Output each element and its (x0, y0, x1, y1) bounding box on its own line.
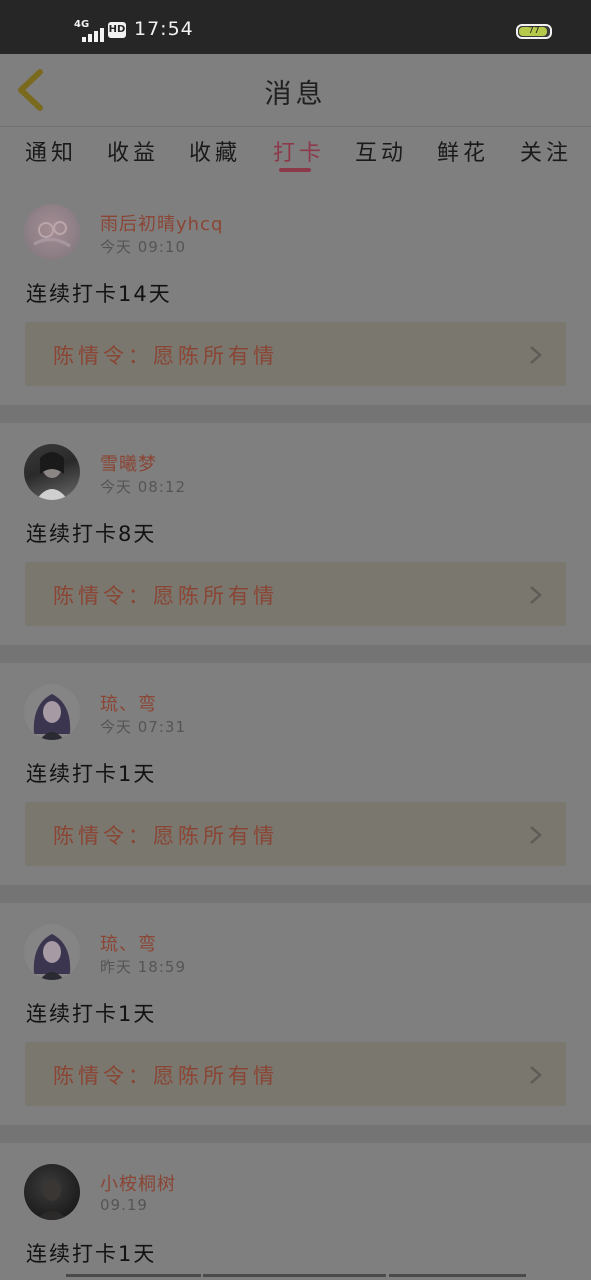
topic-title: 陈情令：愿陈所有情 (53, 584, 278, 608)
divider (0, 405, 591, 423)
chevron-right-icon (530, 346, 542, 364)
status-time: 17:54 (134, 18, 194, 40)
checkin-message: 连续打卡1天 (26, 1242, 157, 1266)
hd-icon: HD (108, 22, 126, 38)
list-item[interactable]: 小桉桐树 09.19 连续打卡1天 (0, 1143, 591, 1280)
chevron-right-icon (530, 826, 542, 844)
avatar[interactable] (24, 444, 80, 500)
topic-title: 陈情令：愿陈所有情 (53, 344, 278, 368)
tab-favorites[interactable]: 收藏 (189, 135, 241, 167)
network-type: 4G (74, 19, 90, 30)
user-name[interactable]: 雪曦梦 (100, 450, 157, 476)
tab-flowers[interactable]: 鲜花 (437, 135, 489, 167)
user-name[interactable]: 雨后初晴yhcq (100, 210, 223, 236)
checkin-message: 连续打卡1天 (26, 1002, 157, 1026)
topic-title: 陈情令：愿陈所有情 (53, 824, 278, 848)
status-bar: 4G HD 17:54 77 (0, 0, 591, 54)
timestamp: 今天 08:12 (100, 478, 186, 496)
topic-link[interactable]: 陈情令：愿陈所有情 (25, 562, 566, 626)
divider (0, 1125, 591, 1143)
timestamp: 昨天 18:59 (100, 958, 186, 976)
active-tab-indicator (279, 168, 311, 172)
avatar[interactable] (24, 1164, 80, 1220)
topic-title: 陈情令：愿陈所有情 (53, 1064, 278, 1088)
tab-notifications[interactable]: 通知 (25, 135, 77, 167)
tab-checkin[interactable]: 打卡 (273, 135, 325, 167)
header: 消息 (0, 54, 591, 127)
avatar[interactable] (24, 924, 80, 980)
user-name[interactable]: 小桉桐树 (100, 1170, 176, 1196)
checkin-message: 连续打卡1天 (26, 762, 157, 786)
scroll-indicator (66, 1274, 526, 1278)
divider (0, 885, 591, 903)
signal-icon: 4G (74, 19, 104, 42)
list-item[interactable]: 雪曦梦 今天 08:12 连续打卡8天 陈情令：愿陈所有情 (0, 423, 591, 645)
chevron-right-icon (530, 586, 542, 604)
tab-interactions[interactable]: 互动 (355, 135, 407, 167)
topic-link[interactable]: 陈情令：愿陈所有情 (25, 802, 566, 866)
checkin-message: 连续打卡14天 (26, 282, 172, 306)
checkin-message: 连续打卡8天 (26, 522, 157, 546)
chevron-right-icon (530, 1066, 542, 1084)
divider (0, 645, 591, 663)
timestamp: 今天 09:10 (100, 238, 186, 256)
topic-link[interactable]: 陈情令：愿陈所有情 (25, 1042, 566, 1106)
avatar[interactable] (24, 204, 80, 260)
topic-link[interactable]: 陈情令：愿陈所有情 (25, 322, 566, 386)
timestamp: 09.19 (100, 1196, 148, 1214)
timestamp: 今天 07:31 (100, 718, 186, 736)
avatar[interactable] (24, 684, 80, 740)
tab-follows[interactable]: 关注 (520, 135, 572, 167)
tab-earnings[interactable]: 收益 (107, 135, 159, 167)
list-item[interactable]: 琉、弯 今天 07:31 连续打卡1天 陈情令：愿陈所有情 (0, 663, 591, 885)
tab-bar: 通知 收益 收藏 打卡 互动 鲜花 关注 (0, 127, 591, 183)
page-title: 消息 (264, 79, 327, 110)
user-name[interactable]: 琉、弯 (100, 690, 157, 716)
list-item[interactable]: 琉、弯 昨天 18:59 连续打卡1天 陈情令：愿陈所有情 (0, 903, 591, 1125)
battery-level: 77 (528, 26, 540, 36)
user-name[interactable]: 琉、弯 (100, 930, 157, 956)
list-item[interactable]: 雨后初晴yhcq 今天 09:10 连续打卡14天 陈情令：愿陈所有情 (0, 183, 591, 405)
battery-icon: 77 (516, 24, 552, 39)
